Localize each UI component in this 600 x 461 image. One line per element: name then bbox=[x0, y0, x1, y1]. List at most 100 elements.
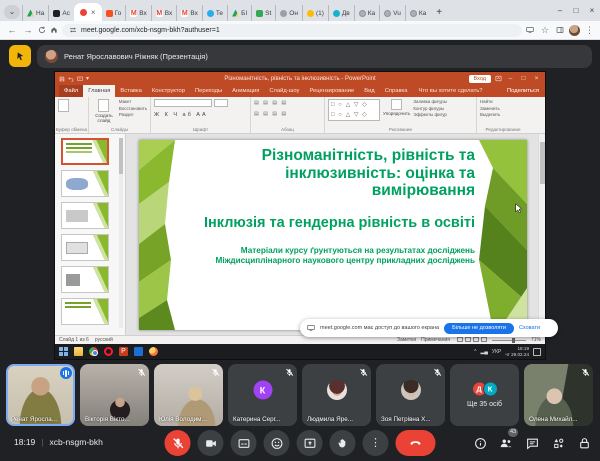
stop-allowing-button[interactable]: Більше не дозволяти bbox=[444, 323, 514, 334]
taskbar-clock[interactable]: 18:19 чт 29.02.24 bbox=[505, 346, 529, 357]
network-icon[interactable]: ▂▄ bbox=[481, 349, 488, 355]
slide-thumbnail-1[interactable] bbox=[61, 138, 109, 165]
browser-menu-icon[interactable]: ⋮ bbox=[585, 25, 594, 36]
ribbon-tab-help[interactable]: Справка bbox=[380, 85, 413, 97]
browser-tab[interactable]: Дв bbox=[328, 5, 354, 21]
browser-tab[interactable]: (1) bbox=[302, 5, 328, 21]
participant-tile[interactable]: Ренат Яросла... bbox=[6, 364, 75, 426]
tab-close-icon[interactable]: × bbox=[91, 8, 96, 17]
opera-icon[interactable] bbox=[104, 347, 113, 356]
browser-tab[interactable]: Го bbox=[102, 5, 126, 21]
find-button[interactable]: Найти bbox=[480, 99, 500, 104]
language-indicator[interactable]: русский bbox=[95, 337, 113, 343]
site-settings-icon[interactable] bbox=[69, 26, 77, 34]
ribbon-tab-insert[interactable]: Вставка bbox=[115, 85, 147, 97]
file-explorer-icon[interactable] bbox=[74, 347, 83, 356]
zoom-slider[interactable] bbox=[492, 340, 526, 341]
reactions-button[interactable] bbox=[264, 430, 290, 456]
back-icon[interactable]: ← bbox=[6, 25, 18, 35]
ribbon-tab-animations[interactable]: Анимация bbox=[227, 85, 264, 97]
side-panel-icon[interactable] bbox=[556, 26, 564, 34]
activities-button[interactable] bbox=[550, 435, 566, 451]
captions-button[interactable] bbox=[231, 430, 257, 456]
presentation-pin-button[interactable] bbox=[9, 45, 31, 67]
new-slide-button[interactable]: Создать слайд bbox=[92, 99, 116, 123]
ribbon-tab-slideshow[interactable]: Слайд-шоу bbox=[264, 85, 304, 97]
window-close-button[interactable]: × bbox=[584, 0, 600, 21]
window-minimize-button[interactable]: – bbox=[552, 0, 568, 21]
select-button[interactable]: Выделить bbox=[480, 112, 500, 117]
address-bar[interactable]: meet.google.com/xcb-nsgm-bkh?authuser=1 bbox=[62, 24, 522, 37]
browser-tab[interactable]: БІ bbox=[227, 5, 251, 21]
browser-tab[interactable]: Ас bbox=[48, 5, 74, 21]
browser-tab[interactable]: Те bbox=[202, 5, 227, 21]
screen-share-indicator-icon[interactable] bbox=[526, 26, 534, 34]
browser-tab[interactable]: MВх bbox=[125, 5, 151, 21]
save-icon[interactable] bbox=[59, 76, 65, 82]
replace-button[interactable]: Заменить bbox=[480, 106, 500, 111]
chat-button[interactable] bbox=[524, 435, 540, 451]
camera-button[interactable] bbox=[198, 430, 224, 456]
participant-tile[interactable]: К Катерина Серг... bbox=[228, 364, 297, 426]
ribbon-options-icon[interactable] bbox=[495, 75, 502, 82]
powerpoint-taskbar-icon[interactable]: P bbox=[119, 347, 128, 356]
ribbon-tab-design[interactable]: Конструктор bbox=[147, 85, 190, 97]
paragraph-buttons-row2[interactable]: ▤ ▤ ▤ ▤ bbox=[254, 110, 288, 118]
host-controls-button[interactable] bbox=[576, 435, 592, 451]
tell-me-box[interactable]: Что вы хотите сделать? bbox=[418, 88, 482, 94]
tab-search-button[interactable]: ⌄ bbox=[4, 5, 20, 19]
thumbnail-scrollbar[interactable] bbox=[119, 138, 123, 328]
paste-button[interactable] bbox=[58, 99, 69, 112]
notes-button[interactable]: Заметки bbox=[397, 337, 416, 343]
paragraph-buttons-row1[interactable]: ▤ ▤ ▤ ▤ bbox=[254, 99, 288, 107]
undo-icon[interactable] bbox=[68, 76, 74, 82]
more-options-button[interactable]: ⋮ bbox=[363, 430, 389, 456]
firefox-icon[interactable] bbox=[149, 347, 158, 356]
shape-outline-button[interactable]: Контур фигуры bbox=[413, 106, 447, 111]
font-name-box[interactable] bbox=[154, 99, 212, 107]
ppt-close-button[interactable]: × bbox=[532, 75, 541, 82]
browser-tab[interactable]: Ка bbox=[405, 5, 430, 21]
window-maximize-button[interactable]: □ bbox=[568, 0, 584, 21]
view-switcher-buttons[interactable] bbox=[455, 337, 487, 343]
participant-tile[interactable]: Людмила Яре... bbox=[302, 364, 371, 426]
ribbon-tab-view[interactable]: Вид bbox=[359, 85, 380, 97]
reload-icon[interactable] bbox=[38, 26, 46, 34]
shape-effects-button[interactable]: Эффекты фигур bbox=[413, 112, 447, 117]
hang-up-button[interactable] bbox=[396, 430, 436, 456]
language-switcher[interactable]: УКР bbox=[492, 349, 501, 355]
font-size-box[interactable] bbox=[214, 99, 228, 107]
ppt-maximize-button[interactable]: □ bbox=[519, 75, 528, 82]
participant-tile[interactable]: Юлія Володим... bbox=[154, 364, 223, 426]
qat-caret-icon[interactable]: ▾ bbox=[86, 76, 89, 82]
shape-fill-button[interactable]: Заливка фигуры bbox=[413, 99, 447, 104]
chrome-icon[interactable] bbox=[89, 347, 98, 356]
shapes-gallery[interactable]: □ ○ △ ▽ ◇□ ○ △ ▽ ◇ bbox=[328, 99, 380, 121]
zoom-level[interactable]: 71% bbox=[531, 337, 541, 343]
browser-tab[interactable]: На bbox=[22, 5, 48, 21]
canvas-scrollbar[interactable] bbox=[538, 134, 545, 335]
section-button[interactable]: Раздел bbox=[119, 112, 147, 117]
profile-avatar[interactable] bbox=[569, 25, 580, 36]
slideshow-icon[interactable] bbox=[77, 76, 83, 82]
slide-thumbnail-4[interactable] bbox=[61, 234, 109, 261]
slide-thumbnail-3[interactable] bbox=[61, 202, 109, 229]
browser-tab-active-meet[interactable]: × bbox=[74, 3, 102, 21]
home-icon[interactable] bbox=[50, 26, 58, 34]
browser-tab[interactable]: Vu bbox=[379, 5, 405, 21]
layout-button[interactable]: Макет bbox=[119, 99, 147, 104]
share-button[interactable]: Поделиться bbox=[507, 88, 539, 94]
browser-tab[interactable]: Он bbox=[275, 5, 302, 21]
photos-icon[interactable] bbox=[134, 347, 143, 356]
participant-tile[interactable]: Олена Михайл... bbox=[524, 364, 593, 426]
sign-in-button[interactable]: Вход bbox=[469, 75, 491, 83]
ribbon-tab-file[interactable]: Файл bbox=[59, 85, 83, 97]
browser-tab[interactable]: Ка bbox=[354, 5, 379, 21]
slide-thumbnail-2[interactable] bbox=[61, 170, 109, 197]
people-button[interactable]: 43 bbox=[498, 435, 514, 451]
ribbon-tab-transitions[interactable]: Переходы bbox=[190, 85, 227, 97]
present-screen-button[interactable] bbox=[297, 430, 323, 456]
ppt-minimize-button[interactable]: – bbox=[506, 75, 515, 82]
slide-thumbnail-5[interactable] bbox=[61, 266, 109, 293]
start-button[interactable] bbox=[59, 347, 68, 356]
